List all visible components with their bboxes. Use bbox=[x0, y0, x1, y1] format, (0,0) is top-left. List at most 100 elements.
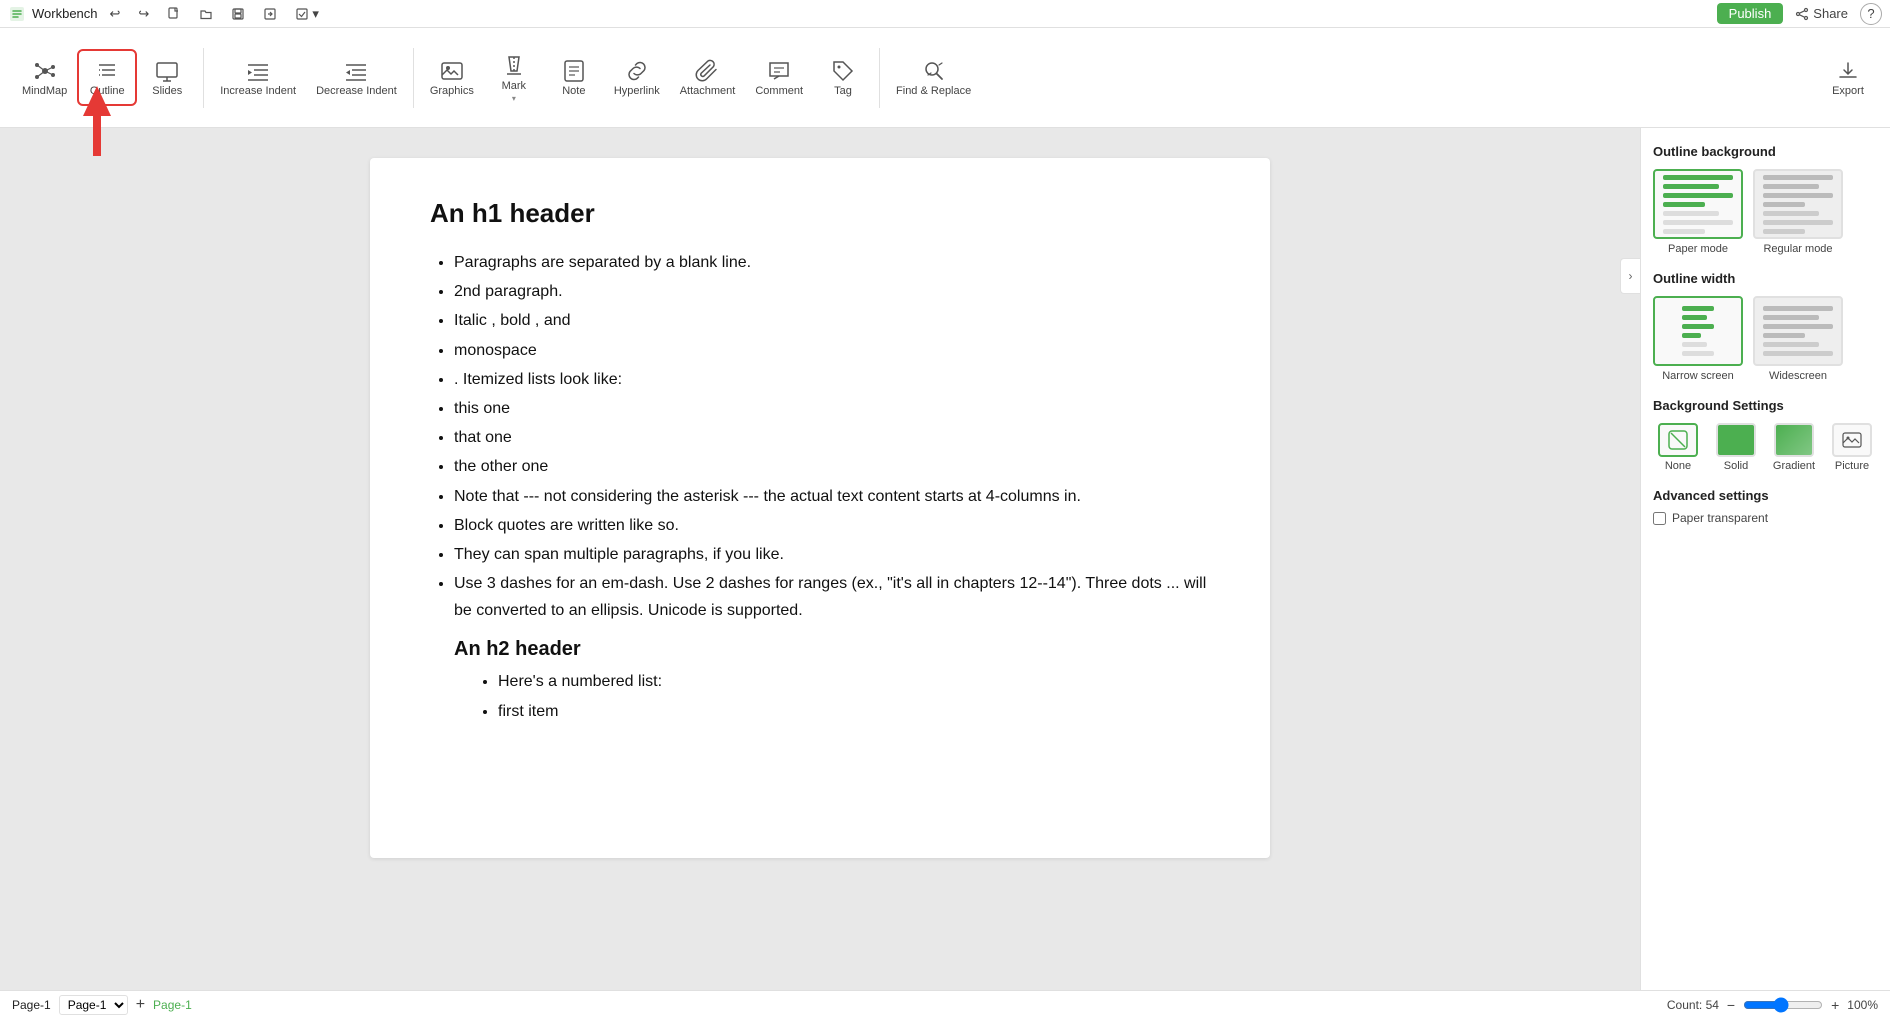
slides-icon bbox=[153, 57, 181, 85]
graphics-tool[interactable]: Graphics bbox=[420, 51, 484, 104]
list-item: that one bbox=[454, 424, 1210, 451]
increase-indent-label: Increase Indent bbox=[220, 85, 296, 98]
slides-tool[interactable]: Slides bbox=[137, 51, 197, 104]
outline-arrow-annotation bbox=[83, 86, 111, 156]
paper-transparent-row: Paper transparent bbox=[1653, 511, 1878, 525]
note-tool[interactable]: Note bbox=[544, 51, 604, 104]
toolbar-separator-2 bbox=[413, 48, 414, 108]
note-label: Note bbox=[562, 85, 585, 98]
attachment-label: Attachment bbox=[680, 85, 736, 98]
toolbar: MindMap Outline Slides Increase Indent bbox=[0, 28, 1890, 128]
h1-header: An h1 header bbox=[430, 198, 1210, 229]
app-icon bbox=[8, 5, 26, 23]
list-item: An h2 header bbox=[454, 632, 1210, 666]
paper-transparent-label[interactable]: Paper transparent bbox=[1672, 511, 1768, 525]
share-label: Share bbox=[1813, 6, 1848, 21]
zoom-slider[interactable] bbox=[1743, 997, 1823, 1013]
find-replace-tool[interactable]: Find & Replace bbox=[886, 51, 981, 104]
bg-none-icon bbox=[1658, 423, 1698, 457]
list-item: Paragraphs are separated by a blank line… bbox=[454, 249, 1210, 276]
top-bar-left: Workbench ↩ ↪ ▾ bbox=[8, 4, 325, 24]
mark-label: Mark bbox=[502, 80, 526, 93]
widescreen-option[interactable]: Widescreen bbox=[1753, 296, 1843, 382]
tag-tool[interactable]: Tag bbox=[813, 51, 873, 104]
attachment-tool[interactable]: Attachment bbox=[670, 51, 746, 104]
main-area: An h1 header Paragraphs are separated by… bbox=[0, 128, 1890, 990]
bg-picture-icon bbox=[1832, 423, 1872, 457]
paper-mode-option[interactable]: Paper mode bbox=[1653, 169, 1743, 255]
arrow-stem bbox=[93, 116, 101, 156]
arrow-up bbox=[83, 86, 111, 116]
advanced-settings-title: Advanced settings bbox=[1653, 488, 1878, 503]
outline-icon bbox=[93, 57, 121, 85]
bg-solid-option[interactable]: Solid bbox=[1711, 423, 1761, 472]
decrease-indent-tool[interactable]: Decrease Indent bbox=[306, 51, 407, 104]
background-settings-title: Background Settings bbox=[1653, 398, 1878, 413]
decrease-indent-icon bbox=[342, 57, 370, 85]
open-file-button[interactable] bbox=[193, 5, 219, 23]
regular-mode-thumb bbox=[1753, 169, 1843, 239]
hyperlink-icon bbox=[623, 57, 651, 85]
increase-indent-tool[interactable]: Increase Indent bbox=[210, 51, 306, 104]
bg-gradient-icon bbox=[1774, 423, 1814, 457]
paper-mode-thumb bbox=[1653, 169, 1743, 239]
mark-tool[interactable]: Mark ▾ bbox=[484, 46, 544, 108]
new-file-button[interactable] bbox=[161, 5, 187, 23]
bg-solid-icon bbox=[1716, 423, 1756, 457]
app-name: Workbench bbox=[32, 6, 98, 21]
list-item: Note that --- not considering the asteri… bbox=[454, 483, 1210, 510]
attachment-icon bbox=[694, 57, 722, 85]
mindmap-label: MindMap bbox=[22, 85, 67, 98]
list-item: this one bbox=[454, 395, 1210, 422]
regular-mode-label: Regular mode bbox=[1763, 243, 1832, 255]
bg-none-option[interactable]: None bbox=[1653, 423, 1703, 472]
top-bar-right: Publish Share ? bbox=[1717, 3, 1882, 25]
tag-icon bbox=[829, 57, 857, 85]
page-dropdown[interactable]: Page-1 bbox=[59, 995, 128, 1015]
zoom-minus-button[interactable]: − bbox=[1727, 997, 1735, 1013]
hyperlink-tool[interactable]: Hyperlink bbox=[604, 51, 670, 104]
bg-solid-label: Solid bbox=[1724, 460, 1748, 472]
note-icon bbox=[560, 57, 588, 85]
narrow-screen-option[interactable]: Narrow screen bbox=[1653, 296, 1743, 382]
list-item: monospace bbox=[454, 337, 1210, 364]
bg-picture-option[interactable]: Picture bbox=[1827, 423, 1877, 472]
check-button[interactable]: ▾ bbox=[289, 4, 325, 24]
publish-button[interactable]: Publish bbox=[1717, 3, 1784, 24]
export-tool[interactable]: Export bbox=[1818, 51, 1878, 104]
redo-button[interactable]: ↪ bbox=[132, 4, 155, 24]
paper: An h1 header Paragraphs are separated by… bbox=[370, 158, 1270, 858]
comment-tool[interactable]: Comment bbox=[745, 51, 813, 104]
bg-picture-label: Picture bbox=[1835, 460, 1869, 472]
count-label: Count: 54 bbox=[1667, 998, 1719, 1012]
save-button[interactable] bbox=[225, 5, 251, 23]
outline-background-options: Paper mode Regular mode bbox=[1653, 169, 1878, 255]
outline-width-title: Outline width bbox=[1653, 271, 1878, 286]
increase-indent-icon bbox=[244, 57, 272, 85]
bg-gradient-option[interactable]: Gradient bbox=[1769, 423, 1819, 472]
export-top-button[interactable] bbox=[257, 5, 283, 23]
add-page-button[interactable]: + bbox=[136, 996, 145, 1014]
slides-label: Slides bbox=[152, 85, 182, 98]
widescreen-thumb bbox=[1753, 296, 1843, 366]
list-item: 2nd paragraph. bbox=[454, 278, 1210, 305]
page-tab[interactable]: Page-1 bbox=[153, 998, 192, 1012]
tag-label: Tag bbox=[834, 85, 852, 98]
mindmap-tool[interactable]: MindMap bbox=[12, 51, 77, 104]
regular-mode-option[interactable]: Regular mode bbox=[1753, 169, 1843, 255]
content-area[interactable]: An h1 header Paragraphs are separated by… bbox=[0, 128, 1640, 990]
export-icon bbox=[1834, 57, 1862, 85]
status-bar: Page-1 Page-1 + Page-1 Count: 54 − + 100… bbox=[0, 990, 1890, 1018]
share-button[interactable]: Share bbox=[1795, 6, 1848, 21]
bg-none-label: None bbox=[1665, 460, 1691, 472]
find-replace-icon bbox=[920, 57, 948, 85]
sub-bullet-list: Here's a numbered list: first item bbox=[474, 668, 1210, 724]
undo-button[interactable]: ↩ bbox=[104, 4, 127, 24]
panel-collapse-button[interactable]: › bbox=[1620, 258, 1640, 294]
list-item: Here's a numbered list: bbox=[498, 668, 1210, 695]
find-replace-label: Find & Replace bbox=[896, 85, 971, 98]
zoom-plus-button[interactable]: + bbox=[1831, 997, 1839, 1013]
list-item: first item bbox=[498, 698, 1210, 725]
paper-transparent-checkbox[interactable] bbox=[1653, 512, 1666, 525]
help-button[interactable]: ? bbox=[1860, 3, 1882, 25]
